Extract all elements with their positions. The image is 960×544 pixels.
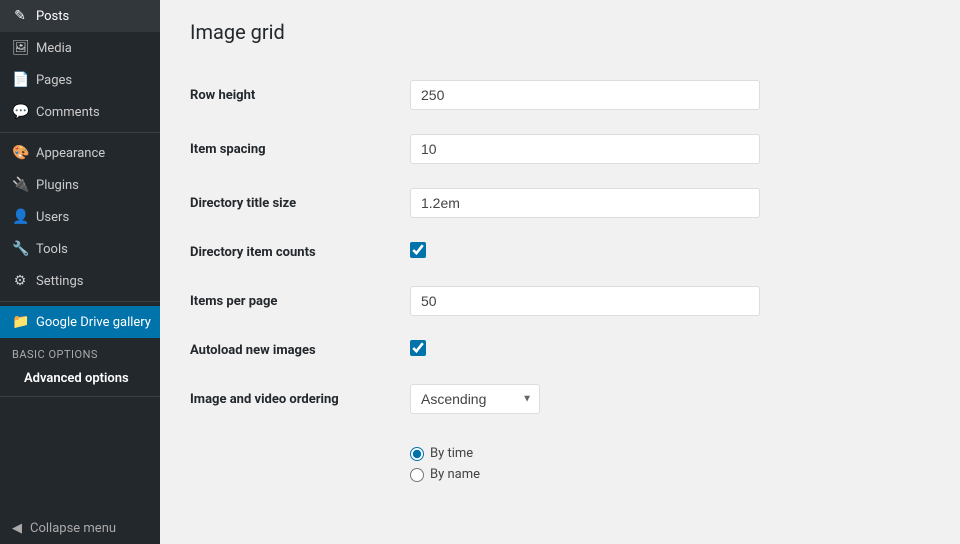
sidebar-item-label: Pages [36,73,72,88]
users-icon: 👤 [12,209,28,225]
tools-icon: 🔧 [12,241,28,257]
page-title: Image grid [190,20,930,44]
collapse-icon: ◀ [12,521,22,536]
ordering-select[interactable]: Ascending Descending [410,384,540,414]
main-content: Image grid Row height Item spacing Direc… [160,0,960,544]
row-height-row: Row height [190,68,930,122]
posts-icon: ✎ [12,8,28,24]
autoload-new-images-row: Autoload new images [190,328,930,372]
settings-form: Row height Item spacing Directory title … [190,68,930,494]
directory-title-size-label: Directory title size [190,176,410,230]
by-name-radio[interactable] [410,468,424,482]
sidebar-item-label: Appearance [36,146,105,161]
sidebar-item-label: Tools [36,242,68,257]
autoload-new-images-label: Autoload new images [190,328,410,372]
sidebar-item-label: Plugins [36,178,79,193]
ordering-radio-group: By time By name [410,446,930,482]
directory-item-counts-label: Directory item counts [190,230,410,274]
item-spacing-label: Item spacing [190,122,410,176]
by-time-radio-label[interactable]: By time [410,446,930,461]
image-video-ordering-label: Image and video ordering [190,372,410,426]
collapse-menu-button[interactable]: ◀ Collapse menu [0,513,160,544]
directory-title-size-row: Directory title size [190,176,930,230]
sidebar-item-label: Google Drive gallery [36,315,151,330]
item-spacing-row: Item spacing [190,122,930,176]
sidebar-item-settings[interactable]: ⚙ Settings [0,265,160,297]
sidebar-item-google-drive[interactable]: 📁 Google Drive gallery [0,306,160,338]
appearance-icon: 🎨 [12,145,28,161]
row-height-label: Row height [190,68,410,122]
media-icon: 🖼 [12,40,28,56]
pages-icon: 📄 [12,72,28,88]
directory-title-size-input[interactable] [410,188,760,218]
google-drive-icon: 📁 [12,314,28,330]
comments-icon: 💬 [12,104,28,120]
sidebar-item-pages[interactable]: 📄 Pages [0,64,160,96]
sidebar-item-appearance[interactable]: 🎨 Appearance [0,137,160,169]
sidebar-sub-item-advanced-options[interactable]: Advanced options [0,365,160,392]
settings-icon: ⚙ [12,273,28,289]
by-name-label: By name [430,467,480,482]
sidebar-item-label: Posts [36,9,69,24]
sidebar-item-label: Comments [36,105,100,120]
by-name-radio-label[interactable]: By name [410,467,930,482]
by-time-label: By time [430,446,473,461]
plugins-icon: 🔌 [12,177,28,193]
by-time-radio[interactable] [410,447,424,461]
collapse-menu-label: Collapse menu [30,521,116,536]
sidebar-item-tools[interactable]: 🔧 Tools [0,233,160,265]
sidebar-item-label: Media [36,41,72,56]
sidebar-item-comments[interactable]: 💬 Comments [0,96,160,128]
sidebar-item-posts[interactable]: ✎ Posts [0,0,160,32]
sidebar-item-media[interactable]: 🖼 Media [0,32,160,64]
autoload-new-images-checkbox[interactable] [410,340,426,356]
row-height-input[interactable] [410,80,760,110]
directory-item-counts-checkbox[interactable] [410,242,426,258]
sidebar-item-label: Settings [36,274,83,289]
ordering-select-wrapper: Ascending Descending ▼ [410,384,540,414]
items-per-page-input[interactable] [410,286,760,316]
sidebar-item-plugins[interactable]: 🔌 Plugins [0,169,160,201]
items-per-page-row: Items per page [190,274,930,328]
directory-item-counts-row: Directory item counts [190,230,930,274]
image-video-ordering-row: Image and video ordering Ascending Desce… [190,372,930,426]
item-spacing-input[interactable] [410,134,760,164]
ordering-radio-row: By time By name [190,426,930,494]
sidebar: ✎ Posts 🖼 Media 📄 Pages 💬 Comments 🎨 App… [0,0,160,544]
items-per-page-label: Items per page [190,274,410,328]
basic-options-section-label: Basic options [0,338,160,365]
sidebar-item-label: Users [36,210,69,225]
sidebar-item-users[interactable]: 👤 Users [0,201,160,233]
